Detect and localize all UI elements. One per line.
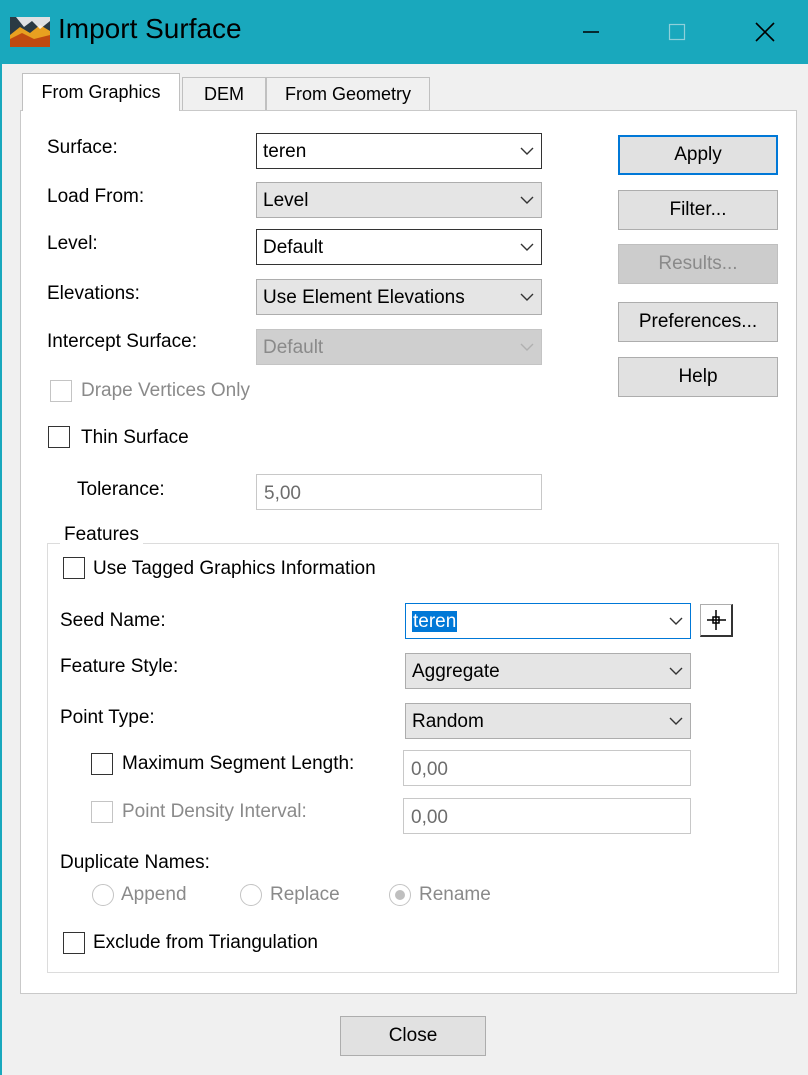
point-type-value: Random [412, 711, 484, 732]
tab-dem[interactable]: DEM [182, 77, 266, 111]
duplicate-names-label: Duplicate Names: [60, 852, 210, 873]
chevron-down-icon [519, 192, 535, 208]
radio-append [92, 884, 114, 906]
maximize-button [634, 0, 720, 64]
elevations-label: Elevations: [47, 283, 140, 304]
surface-value: teren [263, 141, 307, 162]
minimize-button[interactable] [548, 0, 634, 64]
feature-style-value: Aggregate [412, 661, 500, 682]
level-combobox[interactable]: Default [256, 229, 542, 265]
elevations-value: Use Element Elevations [263, 287, 465, 308]
seed-name-combobox[interactable]: teren [405, 603, 691, 639]
thin-surface-checkbox[interactable] [48, 426, 70, 448]
radio-selected-dot [395, 890, 405, 900]
apply-label: Apply [674, 144, 722, 165]
radio-rename-label: Rename [419, 884, 491, 905]
load-from-value: Level [263, 190, 309, 211]
chevron-down-icon [668, 663, 684, 679]
level-value: Default [263, 237, 324, 258]
max-segment-length-checkbox[interactable] [91, 753, 113, 775]
surface-app-icon [10, 17, 50, 47]
filter-label: Filter... [669, 199, 727, 220]
minimize-icon [583, 31, 599, 33]
tab-label: From Graphics [41, 82, 161, 102]
filter-button[interactable]: Filter... [618, 190, 778, 230]
tolerance-field: 5,00 [256, 474, 542, 510]
max-segment-length-label: Maximum Segment Length: [122, 753, 355, 774]
exclude-triangulation-checkbox[interactable] [63, 932, 85, 954]
tab-from-graphics[interactable]: From Graphics [22, 73, 180, 111]
point-density-interval-checkbox [91, 801, 113, 823]
tolerance-label: Tolerance: [77, 479, 165, 500]
radio-rename [389, 884, 411, 906]
title-bar[interactable]: Import Surface [0, 0, 808, 64]
chevron-down-icon [519, 289, 535, 305]
window-title: Import Surface [58, 13, 242, 44]
tab-from-geometry[interactable]: From Geometry [266, 77, 430, 111]
point-type-combobox[interactable]: Random [405, 703, 691, 739]
seed-name-value: teren [412, 611, 458, 632]
pick-seed-button[interactable] [700, 604, 733, 637]
help-button[interactable]: Help [618, 357, 778, 397]
intercept-surface-label: Intercept Surface: [47, 331, 197, 352]
point-density-interval-value: 0,00 [411, 807, 448, 828]
close-label: Close [388, 1025, 438, 1046]
elevations-combobox[interactable]: Use Element Elevations [256, 279, 542, 315]
thin-surface-label: Thin Surface [81, 427, 189, 448]
close-button[interactable]: Close [340, 1016, 486, 1056]
feature-style-label: Feature Style: [60, 656, 179, 677]
feature-style-combobox[interactable]: Aggregate [405, 653, 691, 689]
chevron-down-icon [519, 239, 535, 255]
point-type-label: Point Type: [60, 707, 155, 728]
load-from-label: Load From: [47, 186, 145, 207]
drape-vertices-label: Drape Vertices Only [81, 380, 250, 401]
features-legend: Features [60, 524, 143, 546]
chevron-down-icon [519, 339, 535, 355]
radio-append-label: Append [121, 884, 187, 905]
point-density-interval-field: 0,00 [403, 798, 691, 834]
point-density-interval-label: Point Density Interval: [122, 801, 307, 822]
radio-replace-label: Replace [270, 884, 340, 905]
level-label: Level: [47, 233, 98, 254]
preferences-label: Preferences... [638, 311, 758, 332]
chevron-down-icon [668, 613, 684, 629]
tab-label: DEM [204, 84, 244, 104]
chevron-down-icon [519, 143, 535, 159]
tab-label: From Geometry [284, 84, 412, 104]
intercept-surface-combobox: Default [256, 329, 542, 365]
help-label: Help [678, 366, 718, 387]
results-button: Results... [618, 244, 778, 284]
max-segment-length-field[interactable]: 0,00 [403, 750, 691, 786]
intercept-surface-value: Default [263, 337, 324, 358]
surface-combobox[interactable]: teren [256, 133, 542, 169]
results-label: Results... [658, 253, 738, 274]
surface-label: Surface: [47, 137, 118, 158]
maximize-icon [668, 23, 686, 41]
close-icon [755, 22, 775, 42]
exclude-triangulation-label: Exclude from Triangulation [93, 932, 318, 953]
use-tagged-graphics-checkbox[interactable] [63, 557, 85, 579]
max-segment-length-value: 0,00 [411, 759, 448, 780]
radio-replace [240, 884, 262, 906]
chevron-down-icon [668, 713, 684, 729]
window-border [0, 64, 2, 1075]
crosshair-pick-icon [707, 610, 726, 630]
apply-button[interactable]: Apply [618, 135, 778, 175]
close-window-button[interactable] [722, 0, 808, 64]
tolerance-value: 5,00 [264, 483, 301, 504]
preferences-button[interactable]: Preferences... [618, 302, 778, 342]
use-tagged-graphics-label: Use Tagged Graphics Information [93, 558, 376, 579]
drape-vertices-checkbox [50, 380, 72, 402]
load-from-combobox[interactable]: Level [256, 182, 542, 218]
seed-name-label: Seed Name: [60, 610, 166, 631]
